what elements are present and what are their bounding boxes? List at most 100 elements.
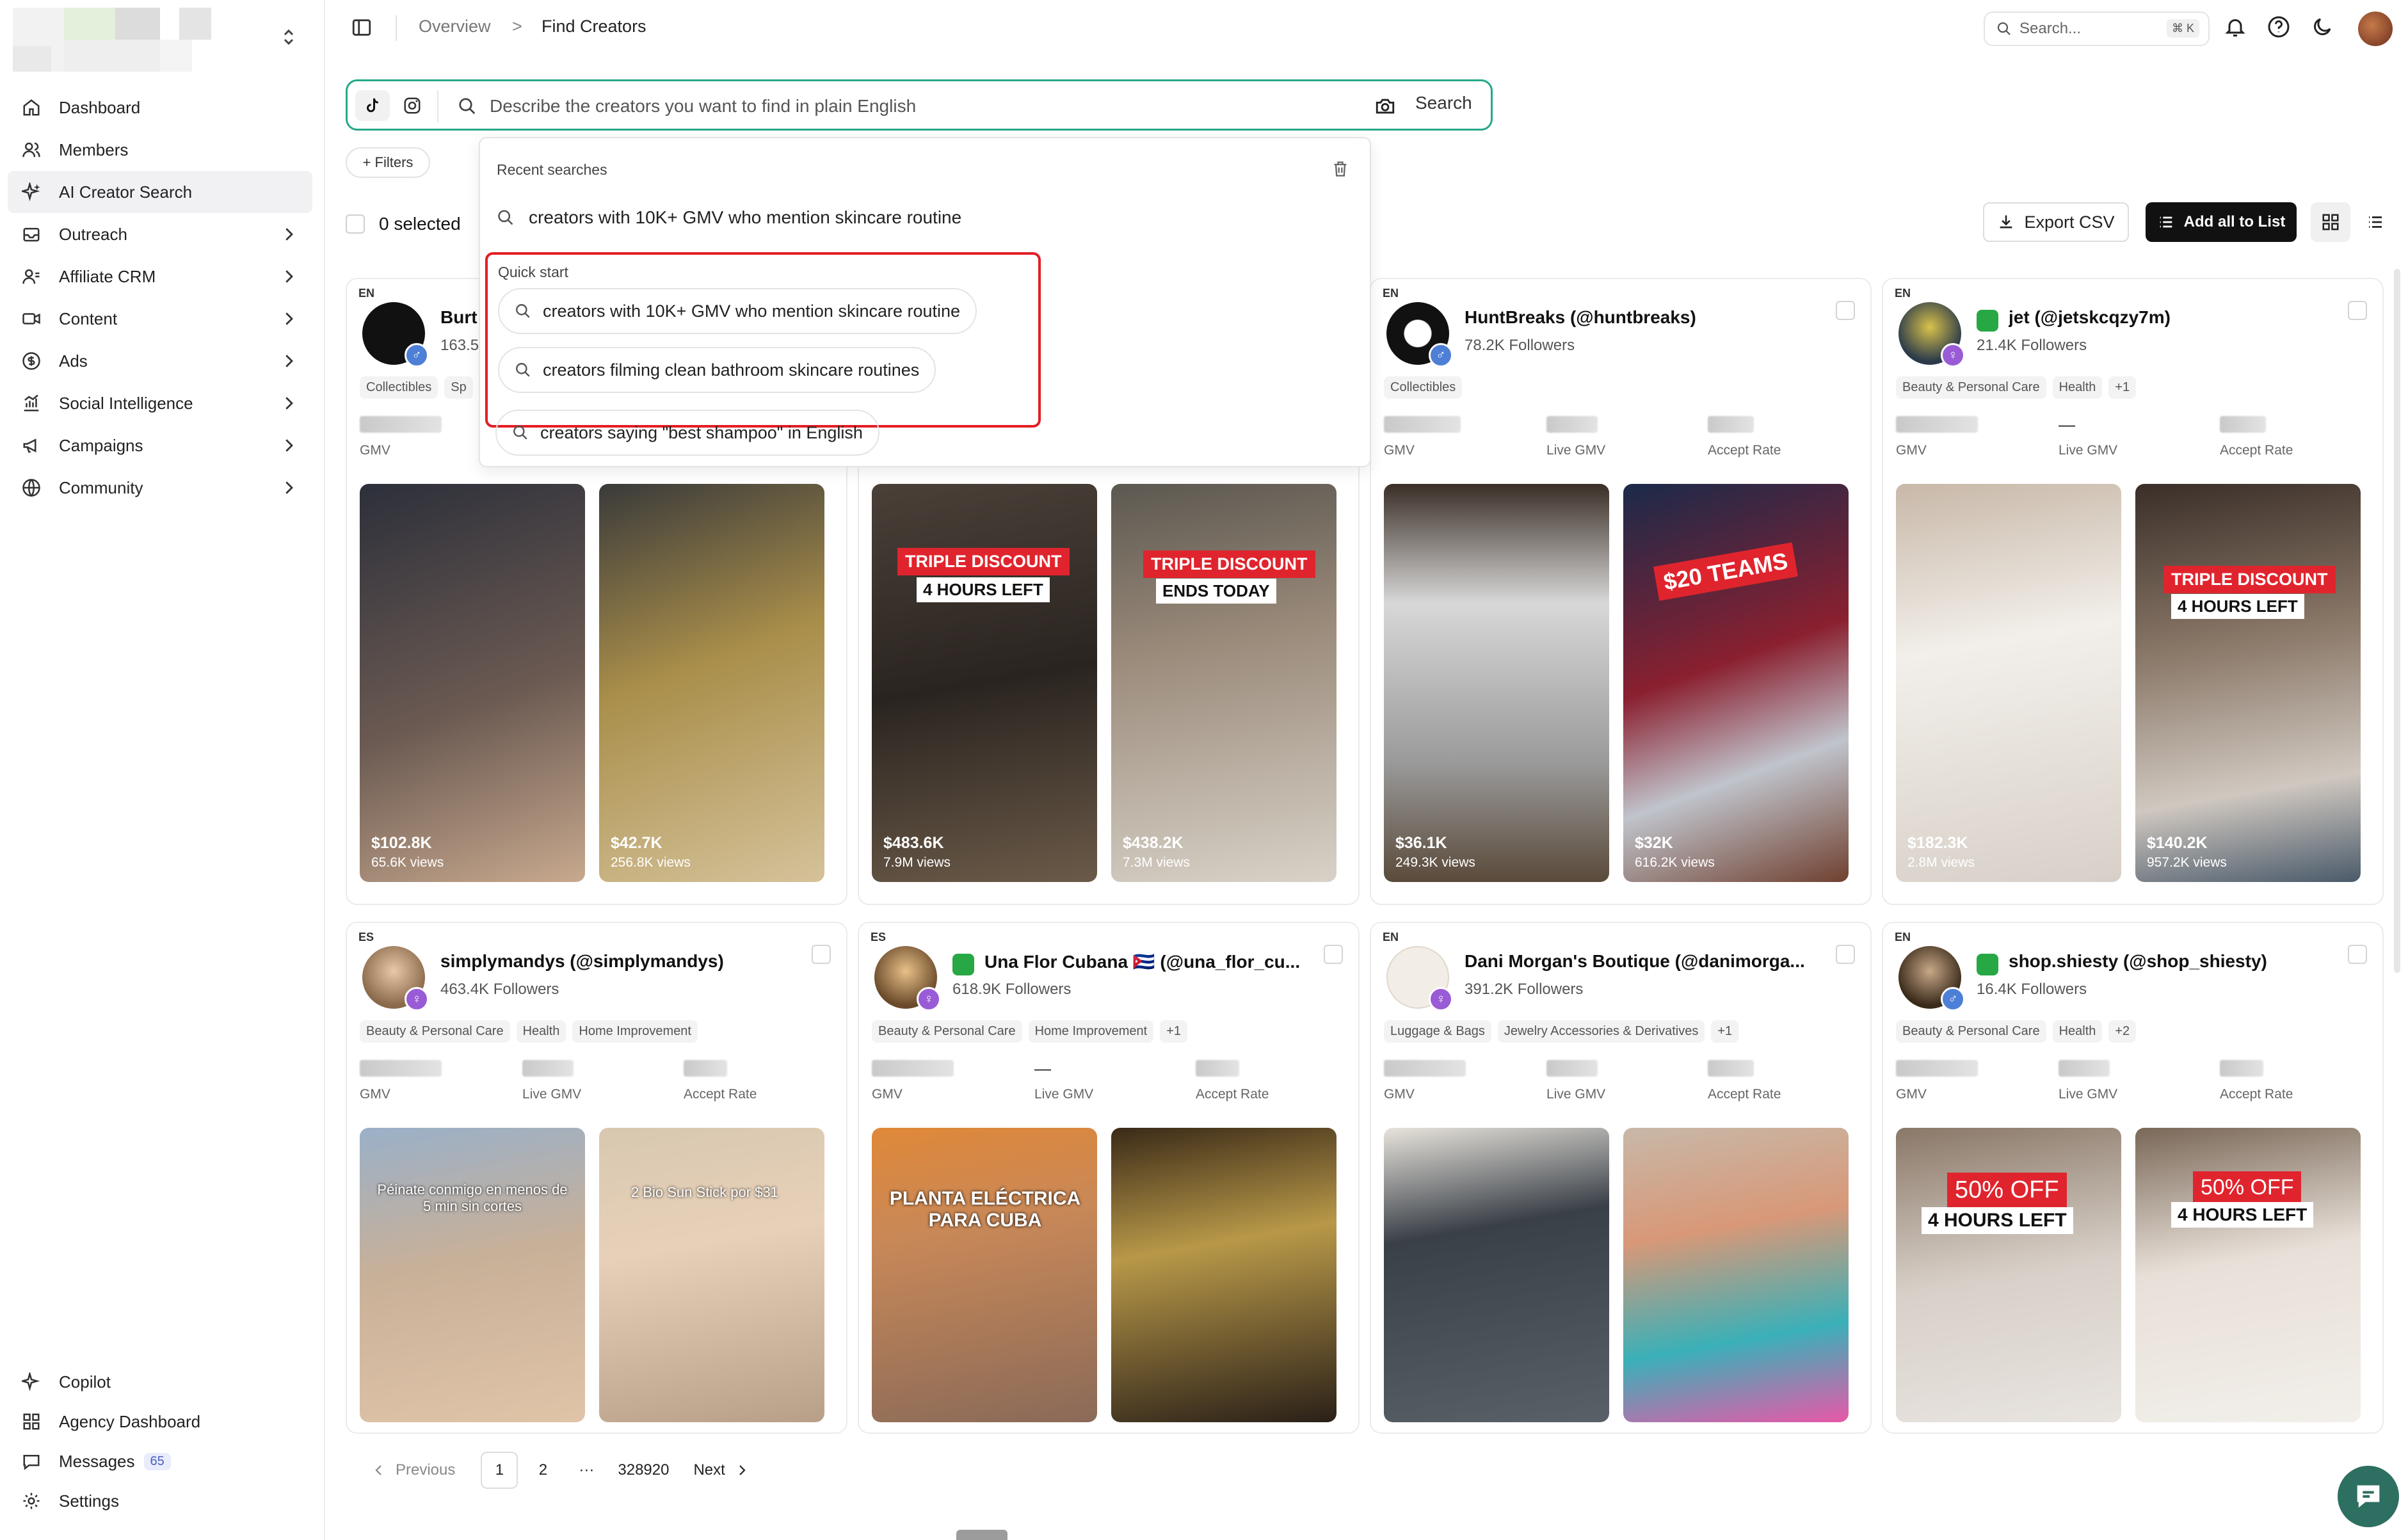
select-creator-checkbox[interactable] [812,945,831,964]
creator-name[interactable]: shop.shiesty (@shop_shiesty) [2009,951,2267,972]
select-creator-checkbox[interactable] [1836,945,1855,964]
quick-start-chip[interactable]: creators filming clean bathroom skincare… [498,347,936,393]
video-thumbnail[interactable]: 50% OFF 4 HOURS LEFT [2135,1128,2361,1422]
gmv-metric: GMV [872,1060,1025,1102]
scrollbar[interactable] [2394,269,2400,973]
sidebar-item-affiliate-crm[interactable]: Affiliate CRM [8,255,312,298]
select-all-checkbox[interactable] [346,214,365,234]
video-thumbnail[interactable]: PLANTA ELÉCTRICA PARA CUBA [872,1128,1097,1422]
select-creator-checkbox[interactable] [1324,945,1343,964]
video-thumbnail[interactable]: TRIPLE DISCOUNT 4 HOURS LEFT $140.2K 957.… [2135,484,2361,882]
category-tags: Collectibles [1384,376,1463,399]
help-icon[interactable] [2267,15,2293,41]
sidebar-item-settings[interactable]: Settings [8,1481,312,1521]
sidebar-toggle-icon[interactable] [351,17,374,40]
contacts-icon [20,266,42,287]
video-thumbnail[interactable]: $42.7K 256.8K views [599,484,824,882]
sidebar-item-campaigns[interactable]: Campaigns [8,424,312,467]
export-csv-button[interactable]: Export CSV [1983,202,2129,242]
video-thumbnail[interactable] [1623,1128,1849,1422]
list-view-button[interactable] [2356,202,2395,242]
sidebar-item-outreach[interactable]: Outreach [8,213,312,255]
quick-start-chip[interactable]: creators with 10K+ GMV who mention skinc… [498,288,977,334]
creator-name[interactable]: simplymandys (@simplymandys) [440,951,724,972]
creator-card[interactable]: EN ♀ Dani Morgan's Boutique (@danimorga.… [1370,922,1872,1434]
video-thumbnail[interactable]: $36.1K 249.3K views [1384,484,1609,882]
instagram-platform-button[interactable] [395,90,429,121]
video-thumbnail[interactable]: TRIPLE DISCOUNT 4 HOURS LEFT $483.6K 7.9M… [872,484,1097,882]
camera-icon[interactable] [1374,95,1397,118]
previous-page-button[interactable]: Previous [371,1461,455,1479]
select-creator-checkbox[interactable] [1836,301,1855,320]
sidebar-item-content[interactable]: Content [8,298,312,340]
next-page-button[interactable]: Next [693,1461,749,1479]
support-chat-button[interactable] [2338,1466,2399,1527]
sidebar-item-social-intelligence[interactable]: Social Intelligence [8,382,312,424]
sidebar-item-community[interactable]: Community [8,467,312,509]
video-thumbnail[interactable]: Péinate conmigo en menos de 5 min sin co… [360,1128,585,1422]
creator-card[interactable]: ES ♀ simplymandys (@simplymandys) 463.4K… [346,922,847,1434]
drag-handle[interactable] [956,1530,1007,1540]
recent-search-item[interactable]: creators with 10K+ GMV who mention skinc… [497,207,961,228]
chevron-right-icon [279,225,298,244]
pagination-ellipsis[interactable]: ··· [568,1452,605,1489]
page-2-button[interactable]: 2 [524,1452,561,1489]
filters-button[interactable]: + Filters [346,147,430,178]
user-avatar[interactable] [2358,12,2393,46]
category-tag: Luggage & Bags [1384,1020,1491,1043]
sidebar-item-ads[interactable]: Ads [8,340,312,382]
creator-name[interactable]: jet (@jetskcqzy7m) [2009,307,2171,328]
trash-icon[interactable] [1331,160,1351,179]
sidebar-item-dashboard[interactable]: Dashboard [8,86,312,129]
select-creator-checkbox[interactable] [2348,945,2367,964]
video-gmv: $438.2K [1123,834,1184,852]
breadcrumb-overview[interactable]: Overview [419,17,491,36]
workspace-logo[interactable] [13,8,211,72]
sidebar-item-copilot[interactable]: Copilot [8,1362,312,1402]
tiktok-icon [367,98,378,113]
creator-name[interactable]: Dani Morgan's Boutique (@danimorga... [1465,951,1805,972]
video-thumbnail[interactable]: $20 TEAMS $32K 616.2K views [1623,484,1849,882]
quick-start-chip[interactable]: creators saying "best shampoo" in Englis… [495,410,879,456]
creator-followers: 463.4K Followers [440,981,559,998]
creator-card[interactable]: ES ♀ Una Flor Cubana 🇨🇺 (@una_flor_cu...… [858,922,1360,1434]
sidebar-item-ai-creator-search[interactable]: AI Creator Search [8,171,312,213]
video-thumbnail[interactable]: 2 Bio Sun Stick por $31 [599,1128,824,1422]
creator-name[interactable]: HuntBreaks (@huntbreaks) [1465,307,1696,328]
video-thumbnail[interactable]: $182.3K 2.8M views [1896,484,2121,882]
moon-icon[interactable] [2311,15,2336,41]
video-thumbnail[interactable]: 50% OFF 4 HOURS LEFT [1896,1128,2121,1422]
sparkle-icon [20,181,42,203]
main-nav: Dashboard Members AI Creator Search Outr… [8,86,312,509]
sidebar-item-members[interactable]: Members [8,129,312,171]
creator-name[interactable]: Burt [440,307,478,328]
video-thumbnail[interactable]: $102.8K 65.6K views [360,484,585,882]
creator-followers: 16.4K Followers [1977,981,2087,998]
global-search-input[interactable]: Search... ⌘ K [1984,12,2210,46]
pagination: Previous 1 2 ··· 328920 Next [346,1448,750,1493]
video-thumbnail[interactable] [1384,1128,1609,1422]
grid-view-button[interactable] [2311,202,2350,242]
page-1-button[interactable]: 1 [481,1452,518,1489]
video-thumbnail[interactable] [1111,1128,1336,1422]
select-creator-checkbox[interactable] [2348,301,2367,320]
sidebar-item-messages[interactable]: Messages 65 [8,1441,312,1481]
add-all-to-list-button[interactable]: Add all to List [2146,202,2297,242]
creator-search-input[interactable] [490,90,1322,122]
creator-card[interactable]: EN ♂ shop.shiesty (@shop_shiesty) 16.4K … [1882,922,2384,1434]
video-thumbnail[interactable]: TRIPLE DISCOUNT ENDS TODAY $438.2K 7.3M v… [1111,484,1336,882]
sidebar-item-agency-dashboard[interactable]: Agency Dashboard [8,1402,312,1441]
tiktok-platform-button[interactable] [355,90,390,121]
search-button[interactable]: Search [1415,93,1472,113]
category-tag: Home Improvement [1028,1020,1154,1043]
workspace-switch-icon[interactable] [279,26,298,51]
bell-icon[interactable] [2224,15,2249,41]
quick-start-text: creators filming clean bathroom skincare… [543,360,920,380]
creator-card[interactable]: EN ♂ HuntBreaks (@huntbreaks) 78.2K Foll… [1370,278,1872,905]
creator-metrics: GMV Live GMV Accept Rate [1384,1060,1860,1111]
chart-icon [20,392,42,414]
last-page-button[interactable]: 328920 [611,1452,675,1489]
creator-name[interactable]: Una Flor Cubana 🇨🇺 (@una_flor_cu... [984,951,1300,972]
accept-rate-metric: Accept Rate [1708,1060,1861,1102]
creator-card[interactable]: EN ♀ jet (@jetskcqzy7m) 21.4K Followers … [1882,278,2384,905]
